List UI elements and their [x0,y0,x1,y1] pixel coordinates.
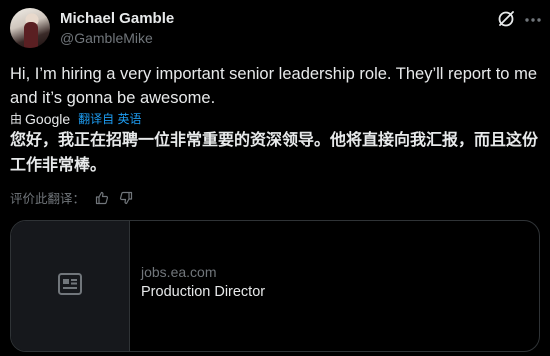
link-card-thumbnail [11,221,130,351]
link-card[interactable]: jobs.ea.com Production Director [10,220,540,352]
rate-translation-label: 评价此翻译： [10,192,86,206]
link-card-domain: jobs.ea.com [141,264,217,280]
tweet: Michael Gamble @GambleMike Hi, I’m hirin… [0,0,550,356]
link-card-title: Production Director [141,284,266,300]
more-icon[interactable] [524,17,542,23]
avatar[interactable] [10,8,50,48]
thumbs-up-icon[interactable] [95,191,109,205]
grok-icon[interactable] [497,10,515,28]
translation-by-prefix: 由 [10,112,23,126]
article-icon [58,273,82,295]
avatar-figure [24,22,38,48]
author-handle[interactable]: @GambleMike [60,30,153,46]
thumbs-down-icon[interactable] [119,191,133,205]
rate-translation: 评价此翻译： [10,188,133,207]
translated-from-link[interactable]: 翻译自 英语 [78,110,141,127]
translation-attribution: 由 Google 翻译自 英语 [10,110,142,127]
google-logo: Google [25,110,71,127]
author-name[interactable]: Michael Gamble [60,10,174,27]
tweet-text: Hi, I’m hiring a very important senior l… [10,65,537,107]
translated-text: 您好，我正在招聘一位非常重要的资深领导。他将直接向我汇报，而且这份工作非常棒。 [10,132,539,174]
